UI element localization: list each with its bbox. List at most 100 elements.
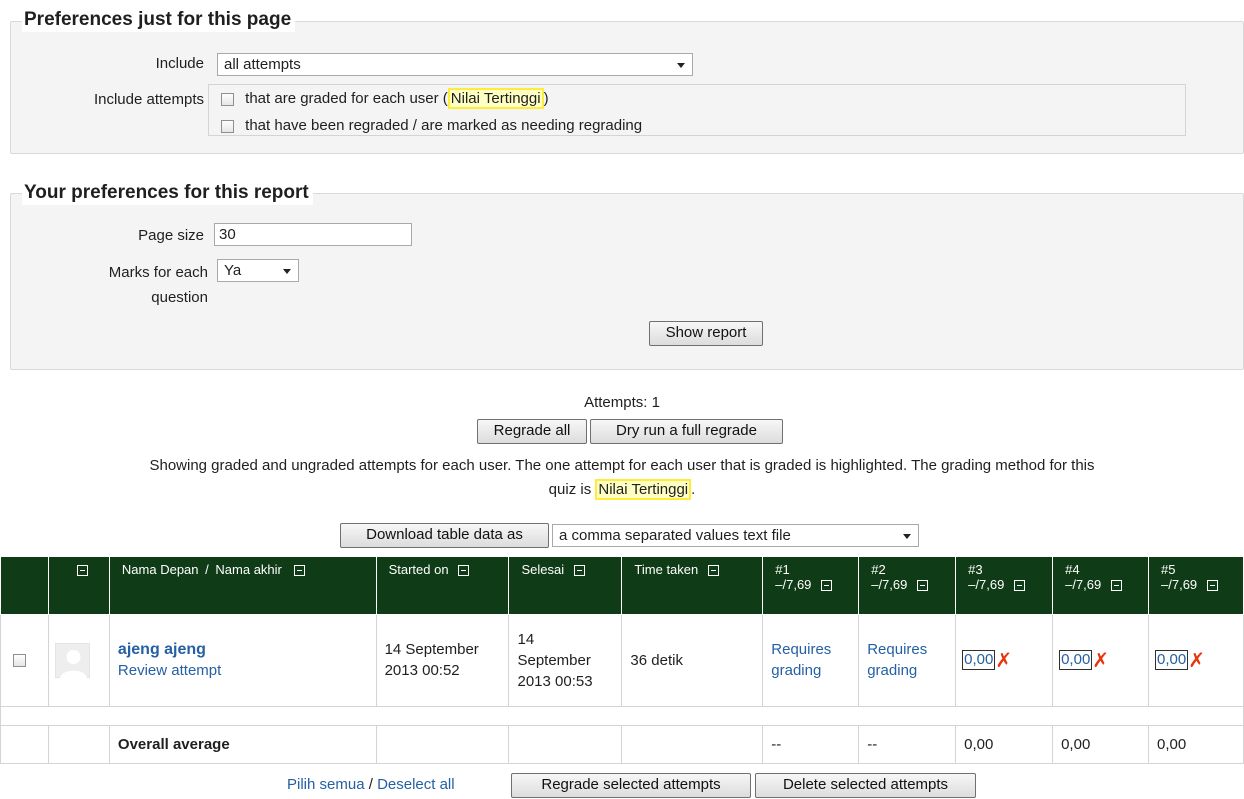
grading-info: Showing graded and ungraded attempts for… xyxy=(0,454,1244,502)
header-q1: #1 –/7,69 xyxy=(762,557,860,615)
q1-line1: Requires xyxy=(771,641,832,658)
sort-started[interactable]: Started on xyxy=(389,562,449,577)
collapse-icon[interactable] xyxy=(1013,580,1025,592)
option-graded-suffix: ) xyxy=(543,90,549,107)
finished-cell: 14 September 2013 00:53 xyxy=(508,613,623,707)
header-q3: #3 –/7,69 xyxy=(955,557,1054,615)
marks-label-line2: question xyxy=(151,289,208,306)
delete-selected-button[interactable]: Delete selected attempts xyxy=(755,773,976,798)
header-name: Nama Depan / Nama akhir xyxy=(109,557,377,615)
sort-last-name[interactable]: Nama akhir xyxy=(215,562,281,577)
time-taken-cell: 36 detik xyxy=(621,613,764,707)
download-format-select[interactable]: a comma separated values text file xyxy=(552,524,919,547)
q5-cell: 0,00 ✗ xyxy=(1148,613,1244,707)
include-select[interactable]: all attempts xyxy=(217,53,693,76)
q2-title[interactable]: #2 xyxy=(871,562,951,577)
user-name-link[interactable]: ajeng ajeng xyxy=(118,639,376,660)
started-line1: 14 September xyxy=(384,641,479,658)
average-empty-1 xyxy=(0,724,49,764)
q4-max: –/7,69 xyxy=(1065,577,1102,592)
marks-select-value: Ya xyxy=(224,262,242,279)
selection-links: Pilih semua / Deselect all xyxy=(287,776,455,793)
q5-title[interactable]: #5 xyxy=(1161,562,1239,577)
average-row: Overall average -- -- 0,00 0,00 0,00 xyxy=(0,724,1244,764)
started-cell: 14 September 2013 00:52 xyxy=(375,613,510,707)
collapse-icon[interactable] xyxy=(293,565,305,577)
finished-line1: 14 xyxy=(517,630,535,648)
average-q4: 0,00 xyxy=(1052,724,1150,764)
q1-title[interactable]: #1 xyxy=(775,562,854,577)
table-header-row: Nama Depan / Nama akhir Started on Seles… xyxy=(0,557,1244,615)
average-empty-2 xyxy=(47,724,110,764)
header-select xyxy=(0,557,49,615)
collapse-icon[interactable] xyxy=(707,565,719,577)
q4-cell: 0,00 ✗ xyxy=(1052,613,1150,707)
q1-line2: grading xyxy=(771,662,822,679)
sort-first-name[interactable]: Nama Depan xyxy=(122,562,199,577)
marks-label-line1: Marks for each xyxy=(108,264,208,281)
dry-run-button[interactable]: Dry run a full regrade xyxy=(590,419,783,444)
q2-requires-grading-link[interactable]: Requires grading xyxy=(867,639,955,681)
table-row: ajeng ajeng Review attempt 14 September … xyxy=(0,613,1244,707)
attempts-table: Nama Depan / Nama akhir Started on Seles… xyxy=(0,557,1244,764)
q2-max: –/7,69 xyxy=(871,577,908,592)
finished-line2: September xyxy=(517,651,591,669)
chevron-down-icon xyxy=(903,534,911,539)
option-graded-prefix: that are graded for each user ( xyxy=(245,90,448,107)
header-finished: Selesai xyxy=(508,557,623,615)
header-picture xyxy=(48,557,110,615)
download-button[interactable]: Download table data as xyxy=(340,523,549,548)
page-size-label: Page size xyxy=(138,227,204,244)
q4-grade-link[interactable]: 0,00 xyxy=(1059,649,1093,670)
page-size-input[interactable]: 30 xyxy=(214,223,412,246)
sort-finished[interactable]: Selesai xyxy=(521,562,564,577)
graded-checkbox[interactable] xyxy=(221,92,234,106)
average-q1: -- xyxy=(762,724,860,764)
name-cell: ajeng ajeng Review attempt xyxy=(108,613,377,707)
row-checkbox[interactable] xyxy=(13,654,26,668)
collapse-icon[interactable] xyxy=(458,565,470,577)
chevron-down-icon xyxy=(677,63,685,68)
q2-cell: Requires grading xyxy=(858,613,957,707)
select-all-link[interactable]: Pilih semua xyxy=(287,776,365,793)
q5-max: –/7,69 xyxy=(1161,577,1198,592)
include-label: Include xyxy=(155,55,204,72)
collapse-icon[interactable] xyxy=(76,565,88,577)
collapse-icon[interactable] xyxy=(573,565,585,577)
q1-cell: Requires grading xyxy=(762,613,860,707)
chevron-down-icon xyxy=(283,269,291,274)
average-empty-3 xyxy=(375,724,510,764)
q3-title[interactable]: #3 xyxy=(968,562,1048,577)
regraded-checkbox[interactable] xyxy=(221,119,234,133)
option-regraded-label: that have been regraded / are marked as … xyxy=(245,117,643,134)
started-line2: 2013 00:52 xyxy=(384,662,460,679)
finished-line3: 2013 00:53 xyxy=(517,672,593,690)
spacer-row xyxy=(0,705,1244,726)
row-select-cell xyxy=(0,613,49,707)
q1-max: –/7,69 xyxy=(775,577,812,592)
option-regraded-row: that have been regraded / are marked as … xyxy=(221,115,642,137)
collapse-icon[interactable] xyxy=(1206,580,1218,592)
average-q5: 0,00 xyxy=(1148,724,1244,764)
regrade-all-button[interactable]: Regrade all xyxy=(477,419,587,444)
regrade-selected-button[interactable]: Regrade selected attempts xyxy=(511,773,751,798)
avatar[interactable] xyxy=(54,642,90,679)
q5-grade-link[interactable]: 0,00 xyxy=(1155,649,1189,670)
q3-cell: 0,00 ✗ xyxy=(955,613,1054,707)
collapse-icon[interactable] xyxy=(821,580,833,592)
marks-select[interactable]: Ya xyxy=(217,259,299,282)
deselect-all-link[interactable]: Deselect all xyxy=(377,776,455,793)
show-report-button[interactable]: Show report xyxy=(649,321,763,346)
grading-info-line2: quiz is Nilai Tertinggi. xyxy=(0,478,1244,502)
q4-title[interactable]: #4 xyxy=(1065,562,1144,577)
incorrect-icon: ✗ xyxy=(995,649,1013,672)
review-attempt-link[interactable]: Review attempt xyxy=(118,660,376,681)
collapse-icon[interactable] xyxy=(1110,580,1122,592)
preferences-report-legend: Your preferences for this report xyxy=(22,181,313,205)
q1-requires-grading-link[interactable]: Requires grading xyxy=(771,639,858,681)
name-separator: / xyxy=(205,562,209,577)
collapse-icon[interactable] xyxy=(917,580,928,592)
sort-time-taken[interactable]: Time taken xyxy=(634,562,698,577)
q3-grade-link[interactable]: 0,00 xyxy=(962,649,996,670)
grading-info-line1: Showing graded and ungraded attempts for… xyxy=(149,457,1095,474)
